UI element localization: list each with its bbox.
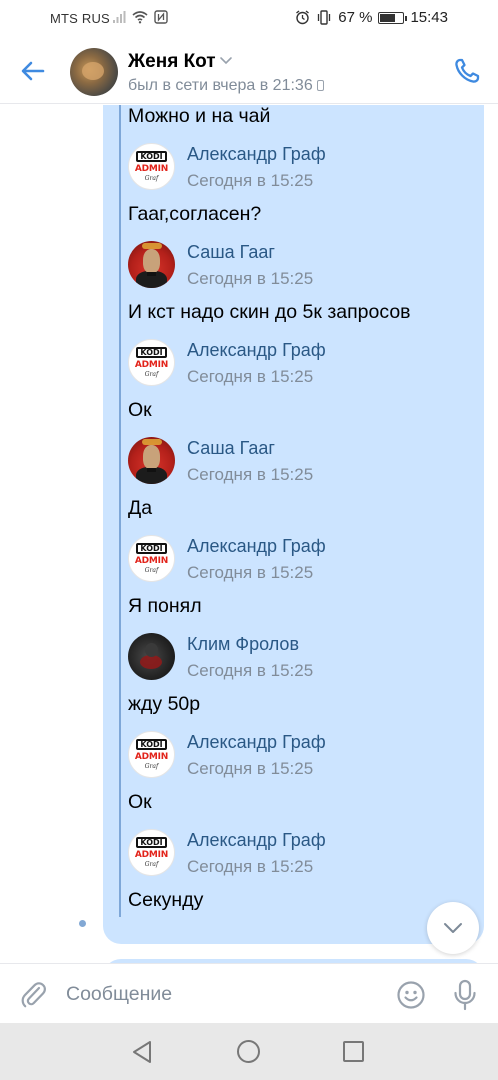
contact-avatar[interactable] (70, 48, 118, 96)
kodi-logo-text: KODI (136, 739, 167, 750)
message-composer (0, 963, 498, 1023)
sasha-avatar[interactable] (128, 437, 175, 484)
kodi-logo-text: ADMIN (134, 164, 169, 174)
status-icons-left (112, 10, 168, 24)
message-author[interactable]: Александр Граф (187, 340, 326, 361)
chevron-down-icon[interactable] (219, 54, 233, 66)
kodi-logo-text: Graf (144, 567, 159, 574)
last-seen-status: был в сети вчера в 21:36 (128, 77, 324, 95)
phone-icon[interactable] (452, 56, 482, 86)
message-input[interactable] (66, 978, 376, 1010)
nfc-icon (154, 10, 168, 24)
wifi-icon (132, 11, 148, 24)
battery-percent: 67 % (338, 9, 373, 26)
scroll-down-chevron-icon (444, 923, 462, 933)
status-bar: MTS RUS 67 % 15:43 (0, 0, 498, 40)
unread-indicator (79, 920, 86, 927)
kodi-logo-text: Graf (144, 763, 159, 770)
kodi-admin-avatar[interactable]: KODI ADMIN Graf (128, 339, 175, 386)
kodi-logo-text: ADMIN (134, 850, 169, 860)
message-author[interactable]: Клим Фролов (187, 634, 299, 655)
kodi-logo-text: KODI (136, 347, 167, 358)
message-author[interactable]: Александр Граф (187, 732, 326, 753)
kodi-logo-text: Graf (144, 861, 159, 868)
message-time: Сегодня в 15:25 (187, 269, 314, 288)
paperclip-icon[interactable] (20, 980, 48, 1010)
message-text: Ок (128, 791, 152, 813)
contact-name[interactable]: Женя Кот (128, 51, 216, 73)
kodi-logo-text: ADMIN (134, 360, 169, 370)
kodi-admin-avatar[interactable]: KODI ADMIN Graf (128, 731, 175, 778)
message-bubble[interactable] (103, 105, 484, 944)
message-time: Сегодня в 15:25 (187, 661, 314, 680)
scroll-down-button[interactable] (427, 902, 479, 954)
message-list[interactable]: Можно и на чай KODI ADMIN Graf Александр Гра… (0, 105, 498, 963)
status-icons-right: 67 % 15:43 (295, 9, 448, 26)
message-time: Сегодня в 15:25 (187, 465, 314, 484)
kodi-admin-avatar[interactable]: KODI ADMIN Graf (128, 829, 175, 876)
nav-recent-icon[interactable] (343, 1041, 364, 1062)
battery-icon (378, 11, 408, 24)
message-time: Сегодня в 15:25 (187, 367, 314, 386)
message-time: Сегодня в 15:25 (187, 563, 314, 582)
nav-back-icon[interactable] (131, 1040, 153, 1064)
message-author[interactable]: Саша Гааг (187, 242, 275, 263)
mobile-device-icon (316, 80, 324, 91)
message-author[interactable]: Саша Гааг (187, 438, 275, 459)
chat-header: Женя Кот был в сети вчера в 21:36 (0, 40, 498, 104)
message-time: Сегодня в 15:25 (187, 171, 314, 190)
system-nav-bar (0, 1023, 498, 1080)
message-author[interactable]: Александр Граф (187, 830, 326, 851)
message-text: Да (128, 497, 153, 519)
battery-fill (380, 13, 395, 22)
message-time: Сегодня в 15:25 (187, 759, 314, 778)
kodi-logo-text: ADMIN (134, 752, 169, 762)
kodi-logo-text: Graf (144, 371, 159, 378)
kodi-logo-text: KODI (136, 151, 167, 162)
message-text: Можно и на чай (128, 105, 271, 127)
signal-icon (113, 11, 126, 23)
vibrate-icon (318, 10, 331, 25)
kodi-logo-text: KODI (136, 543, 167, 554)
message-time: Сегодня в 15:25 (187, 857, 314, 876)
kodi-logo-text: Graf (144, 175, 159, 182)
sasha-avatar[interactable] (128, 241, 175, 288)
last-seen-text: был в сети вчера в 21:36 (128, 77, 313, 94)
message-text: жду 50р (128, 693, 201, 715)
message-text: И кст надо скин до 5к запросов (128, 301, 411, 323)
message-text: Гааг,согласен? (128, 203, 262, 225)
message-author[interactable]: Александр Граф (187, 536, 326, 557)
klim-avatar[interactable] (128, 633, 175, 680)
kodi-admin-avatar[interactable]: KODI ADMIN Graf (128, 535, 175, 582)
forwarded-quote-line (119, 105, 121, 917)
message-text: Секунду (128, 889, 204, 911)
kodi-logo-text: KODI (136, 837, 167, 848)
carrier-label: MTS RUS (50, 11, 110, 26)
microphone-icon[interactable] (452, 979, 478, 1011)
nav-home-icon[interactable] (237, 1040, 260, 1063)
message-text: Я понял (128, 595, 202, 617)
kodi-logo-text: ADMIN (134, 556, 169, 566)
message-author[interactable]: Александр Граф (187, 144, 326, 165)
emoji-icon[interactable] (396, 980, 426, 1010)
back-arrow-icon[interactable] (18, 56, 48, 86)
kodi-admin-avatar[interactable]: KODI ADMIN Graf (128, 143, 175, 190)
clock: 15:43 (410, 9, 448, 26)
message-text: Ок (128, 399, 152, 421)
alarm-icon (296, 10, 310, 25)
